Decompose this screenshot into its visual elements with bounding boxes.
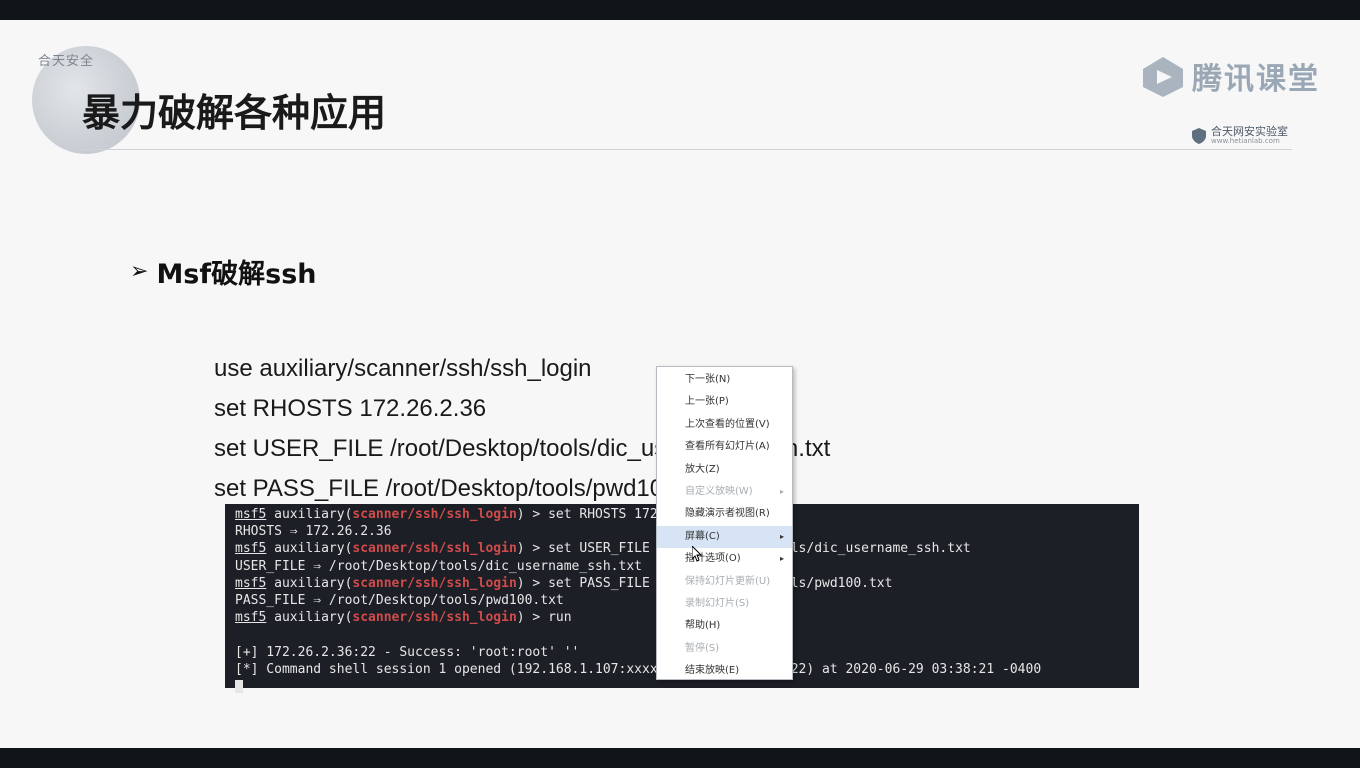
context-menu-item[interactable]: 上次查看的位置(V) <box>657 414 792 436</box>
context-menu-item-label: 查看所有幻灯片(A) <box>685 441 770 453</box>
context-menu-item-label: 屏幕(C) <box>685 530 720 542</box>
context-menu-item[interactable]: 放大(Z) <box>657 459 792 481</box>
section-bullet: ➢ Msf破解ssh <box>130 252 317 291</box>
context-menu[interactable]: 下一张(N) 上一张(P) 上次查看的位置(V) 查看所有幻灯片(A) 放大(Z) 自定义… <box>656 366 793 680</box>
context-menu-item[interactable]: 结束放映(E) <box>657 660 792 682</box>
section-heading: Msf破解ssh <box>156 259 317 290</box>
context-menu-item[interactable]: 查看所有幻灯片(A) <box>657 436 792 458</box>
globe-watermark-text: 合天安全 <box>38 54 95 69</box>
context-menu-item-label: 帮助(H) <box>685 620 721 632</box>
mouse-pointer-icon <box>692 546 702 562</box>
context-menu-item: 录制幻灯片(S) <box>657 593 792 615</box>
context-menu-item-label: 上次查看的位置(V) <box>685 418 770 430</box>
context-menu-item-label: 保持幻灯片更新(U) <box>685 575 771 587</box>
context-menu-item[interactable]: 帮助(H) <box>657 615 792 637</box>
lab-logo: 合天网安实验室 www.hetianlab.com <box>1192 126 1288 145</box>
slide-title: 暴力破解各种应用 <box>82 91 387 135</box>
context-menu-item[interactable]: 上一张(P) <box>657 391 792 413</box>
terminal-cursor <box>235 679 243 693</box>
terminal-module: scanner/ssh/ssh_login <box>352 575 517 591</box>
terminal-prompt: msf5 <box>235 610 267 626</box>
context-menu-item-label: 结束放映(E) <box>685 665 740 677</box>
context-menu-item-label: 隐藏演示者视图(R) <box>685 508 770 520</box>
lab-url: www.hetianlab.com <box>1211 137 1280 145</box>
context-menu-item-label: 下一张(N) <box>685 374 731 385</box>
tencent-classroom-logo-icon <box>1143 57 1183 97</box>
terminal-module: scanner/ssh/ssh_login <box>352 610 517 626</box>
context-menu-item: 自定义放映(W) ▸ <box>657 481 792 503</box>
bottom-letterbox <box>0 748 1360 768</box>
terminal-module: scanner/ssh/ssh_login <box>352 507 517 522</box>
submenu-arrow-icon: ▸ <box>779 486 784 496</box>
submenu-arrow-icon: ▸ <box>779 531 784 541</box>
context-menu-item: 保持幻灯片更新(U) <box>657 571 792 593</box>
submenu-arrow-icon: ▸ <box>779 554 784 564</box>
terminal-prompt: msf5 <box>235 541 267 557</box>
title-divider <box>80 149 1292 150</box>
context-menu-item-label: 自定义放映(W) <box>685 485 753 497</box>
context-menu-item[interactable]: 隐藏演示者视图(R) <box>657 503 792 525</box>
terminal-command: > run <box>524 610 572 626</box>
context-menu-item-label: 放大(Z) <box>685 463 720 475</box>
terminal-prompt: msf5 <box>235 507 267 522</box>
arrow-bullet-icon: ➢ <box>130 259 149 284</box>
context-menu-item-label: 录制幻灯片(S) <box>685 597 750 609</box>
context-menu-item: 暂停(S) <box>657 638 792 660</box>
terminal-prompt: msf5 <box>235 575 267 591</box>
terminal-module: scanner/ssh/ssh_login <box>352 541 517 557</box>
context-menu-item-label: 上一张(P) <box>685 396 729 408</box>
context-menu-item[interactable]: 指针选项(O) ▸ <box>657 548 792 570</box>
tencent-classroom-logo-text: 腾讯课堂 <box>1192 62 1320 97</box>
lab-name: 合天网安实验室 <box>1211 125 1288 138</box>
context-menu-item[interactable]: 下一张(N) <box>657 369 792 391</box>
shield-icon <box>1192 127 1206 144</box>
context-menu-item[interactable]: 屏幕(C) ▸ <box>657 525 792 549</box>
context-menu-item-label: 暂停(S) <box>685 642 720 654</box>
